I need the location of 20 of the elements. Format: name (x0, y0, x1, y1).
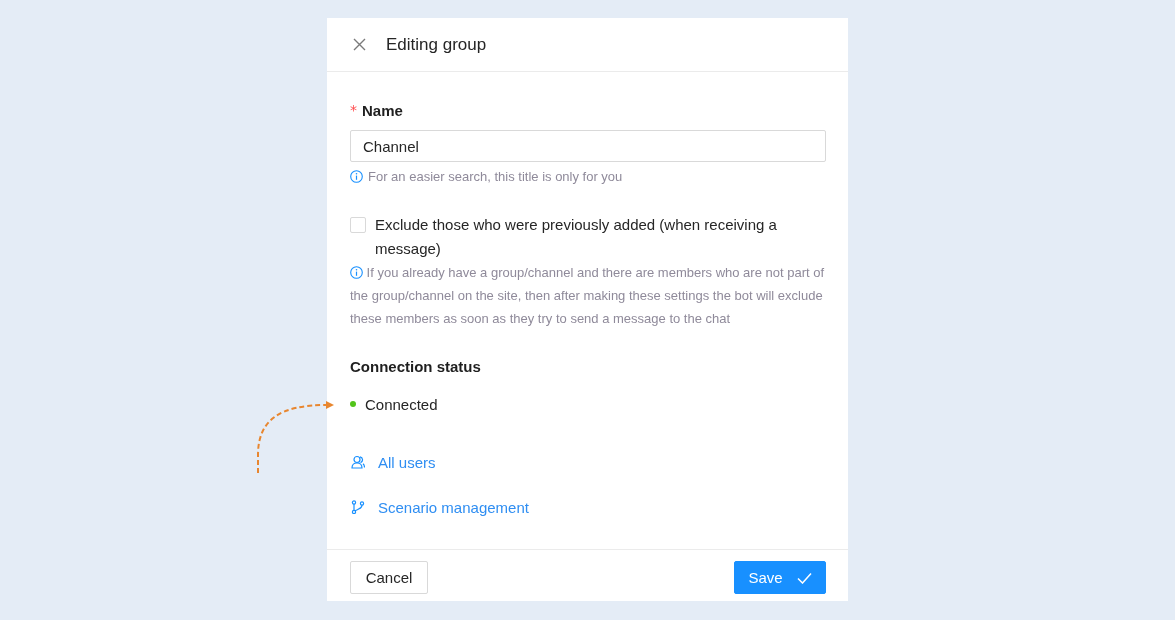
users-icon (351, 455, 365, 469)
branch-icon (351, 500, 365, 514)
nav-link[interactable]: Scenario management (350, 496, 529, 518)
name-input[interactable]: Channel (350, 130, 826, 162)
section-heading: Connection status (350, 357, 481, 377)
status-text: Connected (365, 395, 438, 413)
info-icon (350, 266, 363, 279)
checkbox[interactable] (350, 217, 366, 233)
hint-text: For an easier search, this title is only for you (368, 168, 623, 184)
required-mark: * (350, 102, 357, 118)
dialog-title: Editing group (386, 34, 487, 55)
info-icon (350, 169, 363, 183)
field-label: Name (362, 101, 403, 119)
cancel-button[interactable]: Cancel (350, 561, 428, 594)
check-icon (796, 571, 812, 584)
close-icon (353, 38, 366, 51)
nav-link[interactable]: All users (350, 451, 436, 473)
checkbox-label: Exclude those who were previously added (when receiving a message) (375, 215, 778, 259)
hint-text: If you already have a group/channel and there are members who are not part of the group/channel on the site, then after making these settings the bot will exclude these members as soon as they try to send a message to the chat (350, 264, 826, 328)
save-button[interactable]: Save (734, 561, 826, 594)
